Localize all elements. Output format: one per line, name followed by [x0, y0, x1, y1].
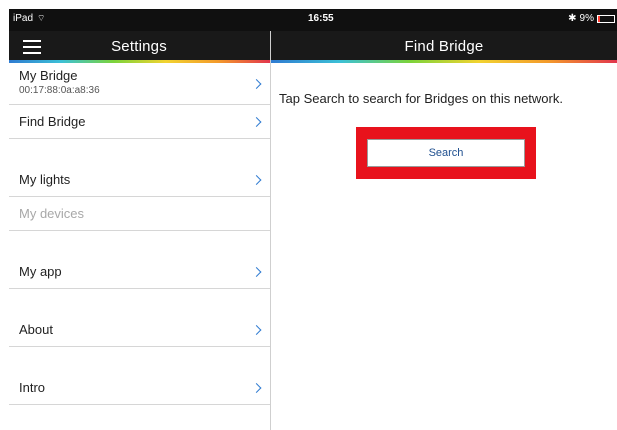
wifi-icon: ⌔	[37, 13, 46, 23]
sidebar-item-label: My devices	[19, 206, 85, 221]
sidebar-item-label: Intro	[19, 380, 46, 395]
sidebar-item-label: My Bridge	[19, 68, 78, 83]
screen: iPad ⌔ 16:55 ✱ 9% Settings My Bridge 00:…	[9, 9, 617, 430]
bridge-id: 00:17:88:0a:a8:36	[19, 85, 100, 96]
bluetooth-icon: ✱	[568, 13, 577, 24]
sidebar-item-my-bridge[interactable]: My Bridge 00:17:88:0a:a8:36	[9, 63, 270, 105]
sidebar-item-my-app[interactable]: My app	[9, 255, 270, 289]
chevron-right-icon	[251, 116, 262, 127]
sidebar-item-label: My app	[19, 264, 62, 279]
chevron-right-icon	[251, 266, 262, 277]
status-left: iPad ⌔	[13, 13, 45, 24]
status-right: ✱ 9%	[568, 13, 615, 24]
battery-level-fill	[598, 15, 600, 22]
chevron-right-icon	[251, 382, 262, 393]
page-title: Find Bridge	[404, 38, 484, 55]
sidebar-item-my-devices: My devices	[9, 197, 270, 231]
search-instruction: Tap Search to search for Bridges on this…	[279, 91, 563, 106]
settings-nav-bar: Settings	[9, 31, 270, 63]
device-label: iPad	[13, 13, 34, 24]
status-time: 16:55	[308, 13, 334, 24]
battery-percent: 9%	[579, 13, 594, 24]
status-bar: iPad ⌔ 16:55 ✱ 9%	[9, 9, 617, 31]
sidebar-item-label: About	[19, 322, 53, 337]
battery-icon	[597, 14, 615, 23]
hamburger-menu-icon[interactable]	[23, 40, 41, 54]
settings-title: Settings	[111, 38, 167, 55]
find-bridge-pane: Find Bridge Tap Search to search for Bri…	[270, 9, 617, 430]
sidebar-item-find-bridge[interactable]: Find Bridge	[9, 105, 270, 139]
settings-pane: Settings My Bridge 00:17:88:0a:a8:36 Fin…	[9, 9, 270, 430]
color-stripe	[271, 60, 617, 63]
sidebar-item-intro[interactable]: Intro	[9, 371, 270, 405]
settings-list: My Bridge 00:17:88:0a:a8:36 Find Bridge …	[9, 63, 270, 405]
sidebar-item-my-lights[interactable]: My lights	[9, 163, 270, 197]
chevron-right-icon	[251, 78, 262, 89]
search-button[interactable]: Search	[367, 139, 525, 167]
chevron-right-icon	[251, 324, 262, 335]
sidebar-item-label: My lights	[19, 172, 71, 187]
sidebar-item-label: Find Bridge	[19, 114, 86, 129]
sidebar-item-about[interactable]: About	[9, 313, 270, 347]
chevron-right-icon	[251, 174, 262, 185]
find-bridge-nav-bar: Find Bridge	[271, 31, 617, 63]
